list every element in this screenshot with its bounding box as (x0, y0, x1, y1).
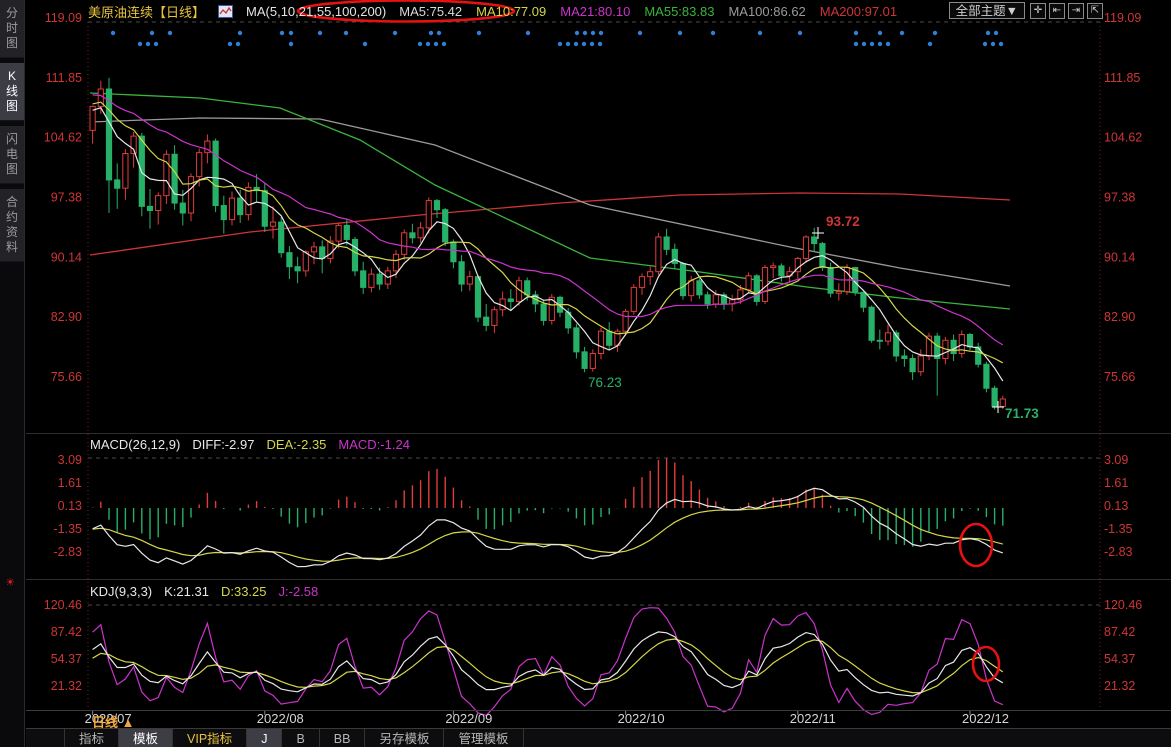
bottom-toolbar: 指标模板VIP指标JBBB另存模板管理模板 (26, 728, 1171, 747)
ma55-line (90, 93, 1010, 309)
axis-label: 21.32 (1104, 679, 1135, 693)
fit-width-icon[interactable]: ⇤ (1049, 3, 1065, 19)
kdj-j-line (93, 608, 1003, 716)
low1-price-annotation: 76.23 (588, 375, 622, 390)
axis-label: 119.09 (1104, 11, 1141, 25)
mini-chart-icon (218, 5, 233, 18)
axis-label: 87.42 (1104, 625, 1135, 639)
macd-diff-value: DIFF:-2.97 (192, 437, 254, 452)
ma10-line (93, 102, 1003, 363)
macd-dea-line (93, 496, 1003, 561)
left-sidebar: 分 时 图 K 线 图闪 电 图合 约 资 料 ☀ (0, 0, 25, 747)
panel-divider-1 (26, 433, 1171, 434)
chart-canvas[interactable]: 119.09 119.09 111.85 111.85 104.62 104.62 97.3… (0, 0, 1171, 747)
axis-label: -1.35 (1104, 522, 1133, 536)
ma-legend-value-1: MA10:77.09 (476, 4, 546, 19)
sidebar-tab-0[interactable]: 分 时 图 (0, 0, 24, 58)
macd-diff-line (93, 488, 1003, 566)
ma-settings-label: MA(5,10,21,55,100,200) (246, 4, 386, 19)
long-moving-averages (90, 93, 1010, 309)
axis-label: 75.66 (1104, 370, 1135, 384)
ma-legend-value-5: MA200:97.01 (820, 4, 897, 19)
kdj-j-value: J:-2.58 (279, 584, 319, 599)
macd-name: MACD(26,12,9) (90, 437, 180, 452)
ma200-line (90, 193, 1010, 255)
axis-label: 119.09 (45, 11, 82, 25)
pop-out-icon[interactable]: ⇱ (1087, 3, 1103, 19)
macd-macd-value: MACD:-1.24 (338, 437, 410, 452)
toolbar-item-6[interactable]: 另存模板 (365, 729, 444, 747)
axis-label: 1.61 (1104, 476, 1128, 490)
date-axis-strip: 日线 ▲ (26, 710, 1171, 728)
kdj-k-value: K:21.31 (164, 584, 209, 599)
low2-price-annotation: 71.73 (1005, 406, 1039, 421)
axis-label: 0.13 (1104, 499, 1128, 513)
axis-label: 82.90 (1104, 310, 1135, 324)
toolbar-item-2[interactable]: VIP指标 (173, 729, 247, 747)
toolbar-item-0[interactable]: 指标 (64, 729, 119, 747)
kdj-header: KDJ(9,3,3) K:21.31 D:33.25 J:-2.58 (90, 584, 318, 599)
high-price-annotation: 93.72 (826, 214, 860, 229)
ma-legend-value-4: MA100:86.62 (728, 4, 805, 19)
axis-label: -2.83 (54, 545, 83, 559)
axis-label: -2.83 (1104, 545, 1133, 559)
toolbar-item-5[interactable]: BB (320, 729, 366, 747)
kdj-plot (93, 608, 1003, 716)
axis-label: 104.62 (1104, 131, 1142, 145)
ma-legend-value-2: MA21:80.10 (560, 4, 630, 19)
axis-label: 54.37 (1104, 652, 1135, 666)
theme-dropdown-button[interactable]: 全部主题▼ (949, 2, 1025, 19)
macd-header: MACD(26,12,9) DIFF:-2.97 DEA:-2.35 MACD:… (90, 437, 410, 452)
signal-dot-rows (111, 31, 1003, 46)
axis-label: 120.46 (1104, 598, 1142, 612)
axis-label: 87.42 (51, 625, 82, 639)
axis-label: 90.14 (51, 250, 82, 264)
macd-plot (93, 458, 1003, 567)
toolbar-item-1[interactable]: 模板 (119, 729, 173, 747)
axis-label: 0.13 (58, 499, 82, 513)
axis-label: -1.35 (54, 522, 83, 536)
axis-label: 97.38 (51, 190, 82, 204)
ma100-line (90, 118, 1010, 286)
pan-crosshair-icon[interactable]: ✛ (1030, 3, 1046, 19)
app-window: 119.09 119.09 111.85 111.85 104.62 104.62 97.3… (0, 0, 1171, 747)
macd-dea-value: DEA:-2.35 (266, 437, 326, 452)
kdj-name: KDJ(9,3,3) (90, 584, 152, 599)
axis-label: 97.38 (1104, 190, 1135, 204)
axis-label: 111.85 (46, 71, 82, 85)
toolbar-item-7[interactable]: 管理模板 (444, 729, 523, 747)
axis-label: 3.09 (1104, 453, 1128, 467)
toolbar-item-4[interactable]: B (282, 729, 319, 747)
axis-label: 90.14 (1104, 250, 1135, 264)
window-icon-buttons: ✛⇤⇥⇱ (1030, 3, 1103, 19)
axis-label: 3.09 (58, 453, 82, 467)
kdj-k-line (93, 632, 1003, 696)
axis-label: 21.32 (51, 679, 82, 693)
sidebar-tab-3[interactable]: 合 约 资 料 (0, 189, 24, 262)
ma-legend-value-3: MA55:83.83 (644, 4, 714, 19)
sidebar-tab-1[interactable]: K 线 图 (0, 63, 24, 121)
sidebar-tabs: 分 时 图 K 线 图闪 电 图合 约 资 料 (0, 0, 24, 262)
topbar-controls: 全部主题▼ ✛⇤⇥⇱ (949, 2, 1103, 19)
kdj-d-value: D:33.25 (221, 584, 267, 599)
axis-label: 120.46 (44, 598, 82, 612)
axis-label: 75.66 (51, 370, 82, 384)
candles (90, 78, 1005, 410)
axis-label: 111.85 (1104, 71, 1140, 85)
axis-label: 54.37 (51, 652, 82, 666)
panel-divider-2 (26, 579, 1171, 580)
indicator-settings-icon[interactable]: ☀ (3, 576, 17, 590)
ma5-line (93, 108, 1003, 381)
axis-label: 104.62 (44, 131, 82, 145)
axis-label: 82.90 (51, 310, 82, 324)
axis-label: 1.61 (58, 476, 82, 490)
symbol-title: 美原油连续【日线】 (88, 2, 205, 21)
sidebar-tab-2[interactable]: 闪 电 图 (0, 126, 24, 184)
ma-legend-value-0: MA5:75.42 (399, 4, 462, 19)
top-legend-bar: 美原油连续【日线】 MA(5,10,21,55,100,200) MA5:75.… (88, 0, 897, 22)
toolbar-item-3[interactable]: J (247, 729, 282, 747)
fit-chart-icon[interactable]: ⇥ (1068, 3, 1084, 19)
ma-values: MA5:75.42 MA10:77.09 MA21:80.10 MA55:83.83 M… (399, 4, 897, 19)
